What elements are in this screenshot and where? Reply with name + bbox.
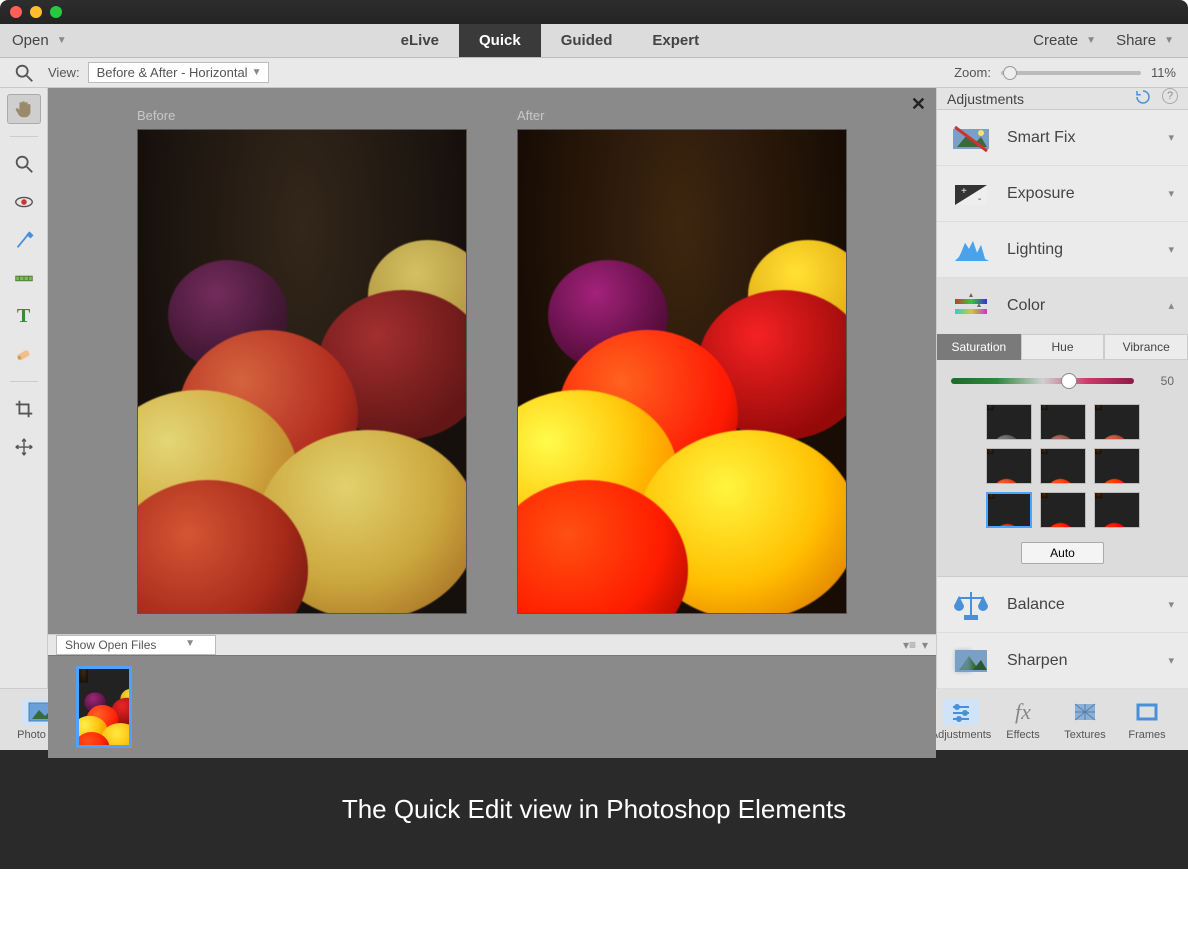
- move-tool[interactable]: [7, 432, 41, 462]
- crop-tool[interactable]: [7, 394, 41, 424]
- open-files-select[interactable]: Show Open Files ▼: [56, 635, 216, 655]
- zoom-slider-knob[interactable]: [1003, 66, 1017, 80]
- caret-down-icon: ▼: [185, 638, 195, 649]
- tab-quick[interactable]: Quick: [459, 24, 541, 57]
- type-tool[interactable]: T: [7, 301, 41, 331]
- adjustments-title: Adjustments: [947, 91, 1024, 107]
- effects-icon: fx: [1015, 699, 1031, 725]
- preset-5[interactable]: [1094, 448, 1140, 484]
- lighting-icon: [951, 232, 991, 268]
- after-label: After: [517, 108, 847, 123]
- zoom-tool[interactable]: [7, 149, 41, 179]
- saturation-slider-knob[interactable]: [1061, 373, 1077, 389]
- minimize-window-button[interactable]: [30, 6, 42, 18]
- smart-fix-icon: [951, 120, 991, 156]
- tab-guided[interactable]: Guided: [541, 24, 633, 57]
- view-label: View:: [48, 65, 80, 80]
- subtab-saturation[interactable]: Saturation: [937, 334, 1021, 360]
- preset-7[interactable]: [1040, 492, 1086, 528]
- color-icon: [951, 288, 991, 324]
- color-controls: Saturation Hue Vibrance 50: [937, 334, 1188, 577]
- tab-elive[interactable]: eLive: [381, 24, 459, 57]
- preset-6[interactable]: [986, 492, 1032, 528]
- adjustments-button[interactable]: Adjustments: [930, 699, 992, 741]
- caret-down-icon: ▼: [1164, 35, 1174, 46]
- zoom-value: 11%: [1151, 65, 1176, 80]
- open-menu[interactable]: Open ▼: [12, 32, 67, 49]
- toolbox: T: [0, 88, 48, 688]
- red-eye-tool[interactable]: [7, 187, 41, 217]
- chevron-down-icon: ▾: [1168, 243, 1174, 256]
- textures-icon: [1073, 699, 1097, 725]
- adj-exposure[interactable]: +- Exposure ▾: [937, 166, 1188, 222]
- window-titlebar: [0, 0, 1188, 24]
- chevron-down-icon: ▾: [1168, 654, 1174, 667]
- reset-icon[interactable]: [1134, 88, 1152, 109]
- subtab-vibrance[interactable]: Vibrance: [1104, 334, 1188, 360]
- caret-down-icon: ▼: [1086, 35, 1096, 46]
- preset-1[interactable]: [1040, 404, 1086, 440]
- adj-balance[interactable]: Balance ▾: [937, 577, 1188, 633]
- share-menu[interactable]: Share▼: [1116, 32, 1174, 49]
- before-image[interactable]: [137, 129, 467, 614]
- preset-3[interactable]: [986, 448, 1032, 484]
- open-label: Open: [12, 32, 49, 49]
- exposure-icon: +-: [951, 176, 991, 212]
- adj-lighting[interactable]: Lighting ▾: [937, 222, 1188, 278]
- saturation-value: 50: [1144, 374, 1174, 388]
- close-document-button[interactable]: ✕: [911, 94, 926, 115]
- svg-text:-: -: [978, 194, 981, 205]
- view-select[interactable]: Before & After - Horizontal ▼: [88, 62, 269, 83]
- before-label: Before: [137, 108, 467, 123]
- hand-tool[interactable]: [7, 94, 41, 124]
- adj-smart-fix[interactable]: Smart Fix ▾: [937, 110, 1188, 166]
- adjustments-panel: Adjustments ? Smart Fix ▾ +- Exposure ▾: [936, 88, 1188, 688]
- spot-healing-tool[interactable]: [7, 339, 41, 369]
- tab-expert[interactable]: Expert: [632, 24, 719, 57]
- frames-button[interactable]: Frames: [1116, 699, 1178, 741]
- create-menu[interactable]: Create▼: [1033, 32, 1096, 49]
- zoom-slider[interactable]: [1001, 71, 1141, 75]
- frames-icon: [1135, 699, 1159, 725]
- whiten-teeth-tool[interactable]: [7, 225, 41, 255]
- zoom-tool-shortcut[interactable]: [7, 58, 41, 88]
- effects-button[interactable]: fx Effects: [992, 699, 1054, 741]
- panel-menu-icon[interactable]: ▾≡: [903, 638, 916, 652]
- figure-caption: The Quick Edit view in Photoshop Element…: [0, 750, 1188, 869]
- chevron-down-icon: ▾: [1168, 131, 1174, 144]
- chevron-down-icon: ▾: [1168, 598, 1174, 611]
- help-icon[interactable]: ?: [1162, 88, 1178, 104]
- chevron-up-icon: ▴: [1168, 299, 1174, 312]
- after-image[interactable]: [517, 129, 847, 614]
- chevron-down-icon: ▾: [1168, 187, 1174, 200]
- preset-0[interactable]: [986, 404, 1032, 440]
- document-bar: Show Open Files ▼ ▾≡ ▾: [48, 634, 936, 655]
- canvas-area: ✕ Before After Show Open Files: [48, 88, 936, 688]
- photo-bin: [48, 655, 936, 758]
- options-bar: View: Before & After - Horizontal ▼ Zoom…: [0, 58, 1188, 88]
- zoom-window-button[interactable]: [50, 6, 62, 18]
- balance-icon: [951, 587, 991, 623]
- caret-down-icon: ▼: [252, 67, 262, 78]
- preset-4[interactable]: [1040, 448, 1086, 484]
- adj-color[interactable]: Color ▴: [937, 278, 1188, 334]
- main-menubar: Open ▼ eLive Quick Guided Expert Create▼…: [0, 24, 1188, 58]
- adj-sharpen[interactable]: Sharpen ▾: [937, 633, 1188, 689]
- saturation-slider[interactable]: [951, 378, 1134, 384]
- photo-bin-thumb[interactable]: [76, 666, 132, 748]
- preset-8[interactable]: [1094, 492, 1140, 528]
- subtab-hue[interactable]: Hue: [1021, 334, 1105, 360]
- auto-button[interactable]: Auto: [1021, 542, 1104, 564]
- svg-text:+: +: [961, 186, 967, 197]
- preset-2[interactable]: [1094, 404, 1140, 440]
- collapse-bin-icon[interactable]: ▾: [922, 638, 928, 652]
- adjustments-icon: [943, 699, 979, 725]
- textures-button[interactable]: Textures: [1054, 699, 1116, 741]
- saturation-presets: [937, 394, 1188, 536]
- caret-down-icon: ▼: [57, 35, 67, 46]
- zoom-label: Zoom:: [954, 65, 991, 80]
- straighten-tool[interactable]: [7, 263, 41, 293]
- sharpen-icon: [951, 643, 991, 679]
- close-window-button[interactable]: [10, 6, 22, 18]
